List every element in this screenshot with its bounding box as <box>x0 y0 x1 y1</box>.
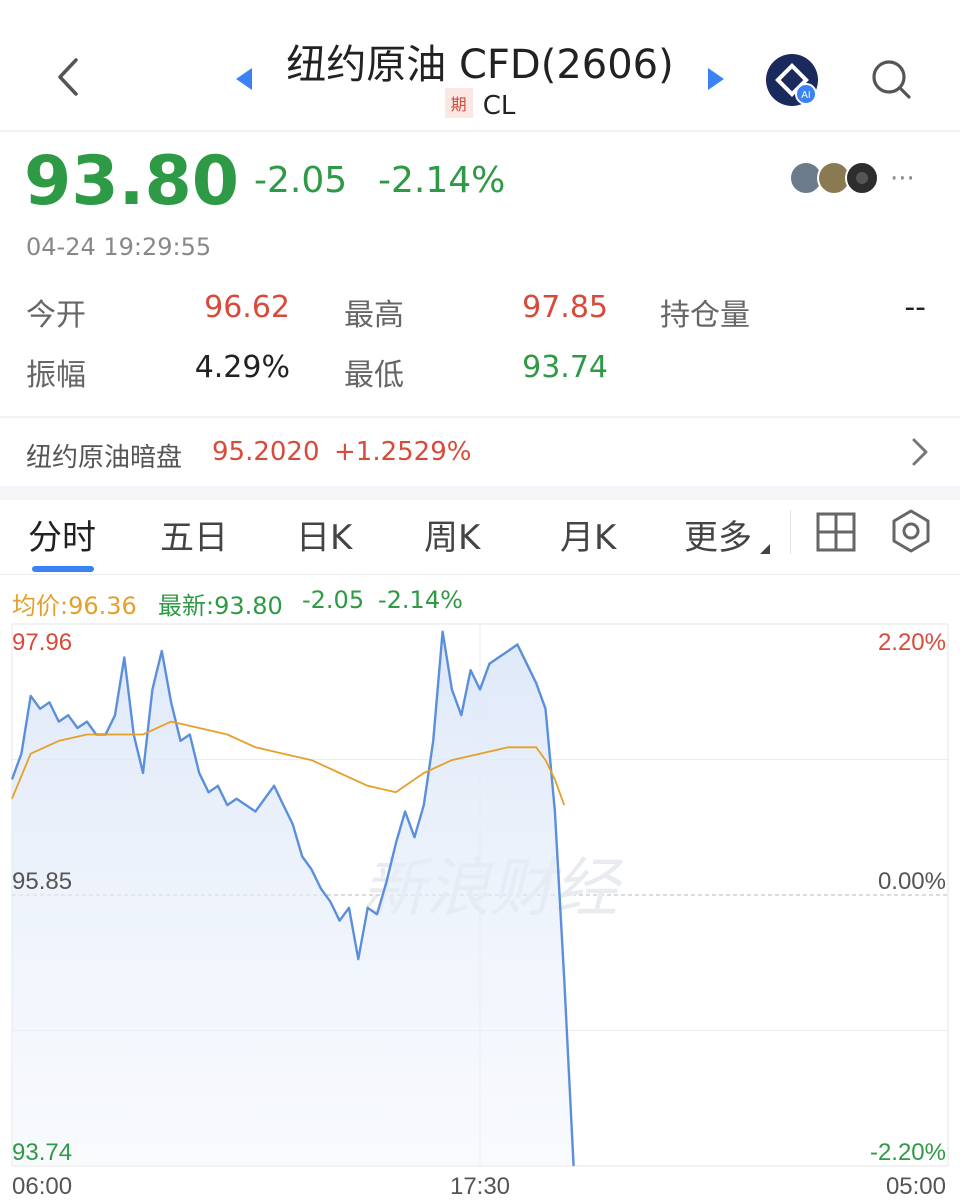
intraday-chart[interactable]: 新浪财经 97.9695.8593.742.20%0.00%-2.20%06:0… <box>0 618 960 1204</box>
price-change-percent: -2.14% <box>378 160 506 201</box>
x-tick-label: 06:00 <box>12 1173 72 1200</box>
price-area <box>12 631 574 1166</box>
tabs-divider <box>0 574 960 575</box>
y-tick-label: 0.00% <box>878 868 946 895</box>
page-title: 纽约原油 CFD(2606) <box>286 42 674 88</box>
layout-grid-icon[interactable] <box>814 510 858 554</box>
search-icon[interactable] <box>868 56 914 102</box>
chevron-right-icon[interactable] <box>904 434 934 470</box>
legend-change-percent: -2.14% <box>378 586 463 614</box>
page-subtitle: 期 CL <box>250 88 710 121</box>
open-interest-value: -- <box>904 290 926 325</box>
amplitude-value: 4.29% <box>194 350 290 385</box>
y-tick-label: 93.74 <box>12 1139 72 1166</box>
ai-badge-text: AI <box>801 90 810 101</box>
tab-intraday[interactable]: 分时 <box>28 510 96 559</box>
latest-price-legend: 最新:93.80 <box>158 592 283 620</box>
night-market-label: 纽约原油暗盘 <box>26 443 183 473</box>
open-interest-label: 持仓量 <box>660 298 750 333</box>
high-value: 97.85 <box>522 290 608 325</box>
amplitude-label: 振幅 <box>26 358 86 393</box>
more-icon[interactable]: ··· <box>890 164 915 194</box>
open-value: 96.62 <box>204 290 290 325</box>
x-tick-label: 05:00 <box>886 1173 946 1200</box>
y-tick-label: 97.96 <box>12 629 72 656</box>
x-tick-label: 17:30 <box>450 1173 510 1200</box>
legend-change: -2.05 <box>302 586 365 614</box>
back-arrow-icon[interactable] <box>44 52 94 102</box>
ai-assistant-icon[interactable]: AI <box>764 52 820 108</box>
night-market-price: 95.2020 <box>212 437 320 467</box>
symbol-code: CL <box>482 91 516 121</box>
next-contract-icon[interactable] <box>704 66 726 92</box>
user-avatars[interactable] <box>788 160 884 196</box>
quote-timestamp: 04-24 19:29:55 <box>26 233 212 261</box>
low-value: 93.74 <box>522 350 608 385</box>
tab-weekly-k[interactable]: 周K <box>424 510 480 559</box>
open-label: 今开 <box>26 298 86 333</box>
avg-price-legend: 均价:96.36 <box>12 592 137 620</box>
tab-more[interactable]: 更多 <box>684 510 752 559</box>
y-tick-label: 95.85 <box>12 868 72 895</box>
y-tick-label: -2.20% <box>870 1139 946 1166</box>
top-nav-bar: 纽约原油 CFD(2606) 期 CL AI <box>0 0 960 130</box>
active-tab-indicator <box>32 566 94 572</box>
tab-daily-k[interactable]: 日K <box>296 510 352 559</box>
price-change: -2.05 <box>254 160 348 201</box>
tab-five-day[interactable]: 五日 <box>160 510 228 559</box>
header-divider <box>0 130 960 132</box>
divider <box>0 416 960 418</box>
settings-icon[interactable] <box>888 508 934 554</box>
high-label: 最高 <box>344 298 404 333</box>
futures-badge: 期 <box>444 88 473 118</box>
y-tick-label: 2.20% <box>878 629 946 656</box>
last-price: 93.80 <box>24 142 240 221</box>
low-label: 最低 <box>344 358 404 393</box>
tab-divider <box>790 510 791 554</box>
tab-monthly-k[interactable]: 月K <box>560 510 616 559</box>
night-market-percent: +1.2529% <box>334 437 472 467</box>
section-spacer <box>0 486 960 500</box>
caret-down-icon <box>760 544 770 554</box>
